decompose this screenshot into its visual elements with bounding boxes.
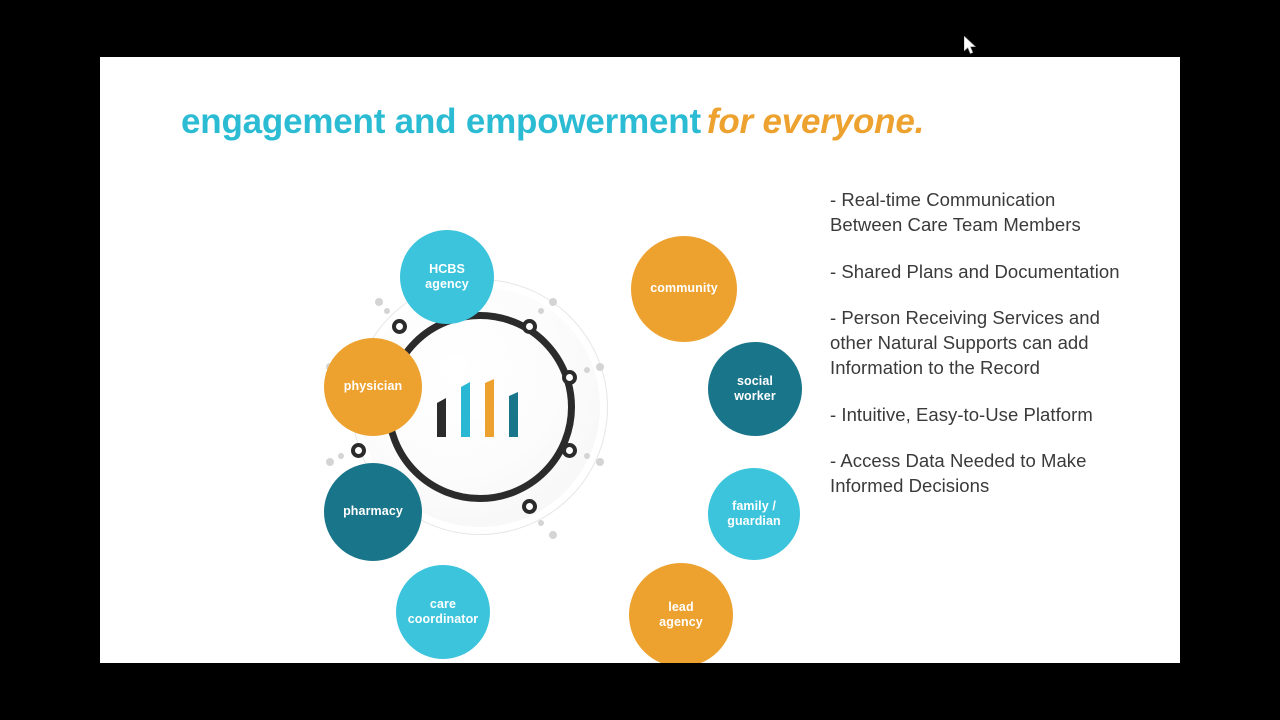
bubble-label-line2: agency [659,615,703,629]
connector-dot [596,363,604,371]
connector-dot [538,520,544,526]
node-marker-community [522,319,537,334]
bubble-label-line1: physician [343,379,403,394]
node-marker-pharmacy [351,443,366,458]
bar-chart-logo [433,379,527,441]
node-bubble-community[interactable]: community [631,236,737,342]
node-bubble-lead-agency[interactable]: lead agency [629,563,733,663]
connector-dot [375,298,383,306]
node-bubble-physician[interactable]: physician [324,338,422,436]
connector-dot [338,453,344,459]
bubble-label-line1: community [650,281,718,296]
connector-dot [596,458,604,466]
connector-dot [584,367,590,373]
list-item: - Access Data Needed to Make Informed De… [830,450,1087,497]
node-marker-lead-agency [522,499,537,514]
node-bubble-social-worker[interactable]: social worker [708,342,802,436]
title-accent-text: for everyone. [706,102,925,141]
list-item: - Shared Plans and Documentation [830,260,1120,282]
page-title: engagement and empowerment for everyone. [181,102,924,142]
connector-dot [584,453,590,459]
bubble-label-line1: family / [732,498,776,513]
bubble-label-line1: HCBS [429,261,465,276]
node-bubble-family-guardian[interactable]: family / guardian [708,468,800,560]
bubble-label-line2: agency [425,277,469,291]
care-team-hub-diagram: HCBS agency community social worker fami… [220,167,802,663]
bubble-label-line1: lead [668,599,694,614]
title-main-text: engagement and empowerment [181,102,701,141]
connector-dot [384,308,390,314]
screen-backdrop: engagement and empowermentfor everyone. [0,0,1280,720]
node-bubble-care-coordinator[interactable]: care coordinator [396,565,490,659]
list-item: - Real-time Communication Between Care T… [830,189,1081,235]
node-marker-family-guardian [562,443,577,458]
connector-dot [538,308,544,314]
node-marker-hcbs-agency [392,319,407,334]
connector-dot [326,458,334,466]
node-bubble-hcbs-agency[interactable]: HCBS agency [400,230,494,324]
bubble-label-line2: worker [734,389,776,403]
slide-canvas: engagement and empowermentfor everyone. [100,57,1180,663]
list-item: - Person Receiving Services and other Na… [830,307,1100,378]
bubble-label-line1: care [429,596,457,611]
connector-dot [549,531,557,539]
bubble-label-line2: coordinator [407,612,479,626]
bubble-label-line1: social [736,373,774,388]
bubble-label-line1: pharmacy [343,504,403,519]
node-marker-social-worker [562,370,577,385]
bubble-label-line2: guardian [727,514,781,528]
connector-dot [549,298,557,306]
list-item: - Intuitive, Easy-to-Use Platform [830,403,1093,425]
mouse-pointer-icon [963,35,978,56]
node-bubble-pharmacy[interactable]: pharmacy [324,463,422,561]
feature-bullet-list: - Real-time Communication Between Care T… [830,188,1130,499]
